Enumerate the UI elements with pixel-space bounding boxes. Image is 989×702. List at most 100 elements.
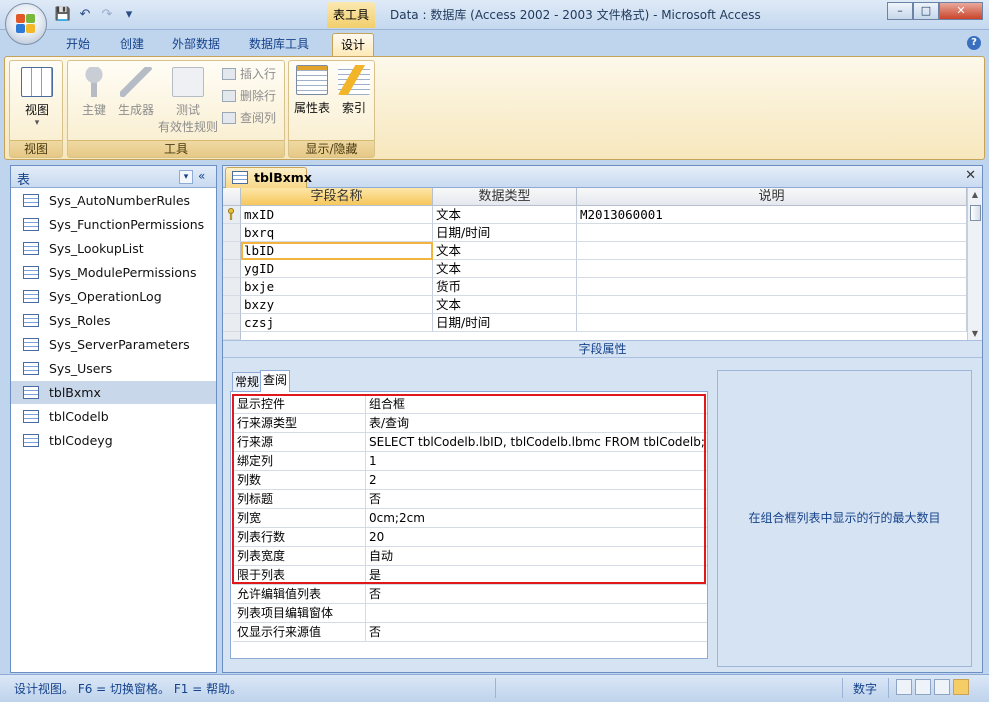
description-cell[interactable] bbox=[577, 224, 967, 242]
property-row[interactable]: 列标题否 bbox=[233, 490, 707, 509]
description-cell[interactable]: M2013060001 bbox=[577, 206, 967, 224]
nav-item-sys-serverparameters[interactable]: Sys_ServerParameters bbox=[11, 333, 216, 356]
office-button[interactable] bbox=[5, 3, 47, 45]
scroll-up-icon[interactable]: ▲ bbox=[970, 190, 980, 199]
redo-icon[interactable]: ↷ bbox=[98, 7, 116, 23]
builder-button[interactable]: 生成器 bbox=[114, 67, 158, 118]
indexes-button[interactable]: 索引 bbox=[335, 65, 373, 116]
property-value[interactable]: 1 bbox=[369, 452, 705, 470]
property-value[interactable]: 2 bbox=[369, 471, 705, 489]
pivottable-view-icon[interactable] bbox=[915, 679, 931, 695]
data-type-cell[interactable]: 日期/时间 bbox=[433, 224, 577, 242]
tab-general[interactable]: 常规 bbox=[232, 372, 263, 392]
property-value[interactable] bbox=[369, 604, 705, 622]
field-name-cell[interactable]: ygID bbox=[241, 260, 433, 278]
nav-pane-title[interactable]: 表 bbox=[17, 169, 30, 188]
property-row[interactable]: 限于列表是 bbox=[233, 566, 707, 585]
field-name-cell[interactable]: bxrq bbox=[241, 224, 433, 242]
select-all-corner[interactable] bbox=[223, 188, 241, 206]
nav-pane-collapse-icon[interactable]: « bbox=[198, 169, 205, 183]
nav-item-sys-lookuplist[interactable]: Sys_LookupList bbox=[11, 237, 216, 260]
save-icon[interactable]: 💾 bbox=[54, 7, 72, 23]
description-cell[interactable] bbox=[577, 260, 967, 278]
tab-external-data[interactable]: 外部数据 bbox=[164, 33, 228, 57]
insert-row-button[interactable]: 插入行 bbox=[222, 65, 276, 83]
data-type-cell[interactable]: 文本 bbox=[433, 260, 577, 278]
field-name-cell[interactable]: bxje bbox=[241, 278, 433, 296]
close-button[interactable]: ✕ bbox=[939, 2, 983, 20]
document-close-icon[interactable]: ✕ bbox=[965, 168, 976, 183]
undo-icon[interactable]: ↶ bbox=[76, 7, 94, 23]
row-selector[interactable] bbox=[223, 314, 241, 332]
property-value[interactable]: SELECT tblCodelb.lbID, tblCodelb.lbmc FR… bbox=[369, 433, 705, 451]
pivotchart-view-icon[interactable] bbox=[934, 679, 950, 695]
nav-item-sys-autonumberrules[interactable]: Sys_AutoNumberRules bbox=[11, 189, 216, 212]
view-button[interactable]: 视图 ▾ bbox=[14, 67, 60, 128]
property-row[interactable]: 仅显示行来源值否 bbox=[233, 623, 707, 642]
property-value[interactable]: 组合框 bbox=[369, 395, 705, 413]
row-selector[interactable] bbox=[223, 278, 241, 296]
nav-item-tblbxmx[interactable]: tblBxmx bbox=[11, 381, 216, 404]
scroll-down-icon[interactable]: ▼ bbox=[970, 329, 980, 338]
help-icon[interactable]: ? bbox=[967, 36, 981, 50]
lookup-column-button[interactable]: 查阅列 bbox=[222, 109, 276, 127]
field-grid-scrollbar[interactable]: ▲ ▼ bbox=[967, 188, 982, 340]
document-tab-tblbxmx[interactable]: tblBxmx bbox=[225, 167, 312, 188]
data-type-cell[interactable]: 文本 bbox=[433, 206, 577, 224]
field-name-cell[interactable]: bxzy bbox=[241, 296, 433, 314]
nav-item-sys-roles[interactable]: Sys_Roles bbox=[11, 309, 216, 332]
description-cell[interactable] bbox=[577, 242, 967, 260]
datasheet-view-icon[interactable] bbox=[896, 679, 912, 695]
property-row[interactable]: 列表项目编辑窗体 bbox=[233, 604, 707, 623]
row-selector[interactable] bbox=[223, 242, 241, 260]
property-value[interactable]: 0cm;2cm bbox=[369, 509, 705, 527]
nav-item-sys-users[interactable]: Sys_Users bbox=[11, 357, 216, 380]
tab-database-tools[interactable]: 数据库工具 bbox=[241, 33, 317, 57]
tab-create[interactable]: 创建 bbox=[112, 33, 152, 57]
property-value[interactable]: 否 bbox=[369, 623, 705, 641]
row-selector[interactable] bbox=[223, 224, 241, 242]
data-type-cell[interactable]: 日期/时间 bbox=[433, 314, 577, 332]
property-row[interactable]: 行来源类型 表/查询 bbox=[233, 414, 707, 433]
primary-key-button[interactable]: 主键 bbox=[74, 67, 114, 118]
property-value[interactable]: 表/查询 bbox=[369, 414, 705, 432]
property-row[interactable]: 列表宽度 自动 bbox=[233, 547, 707, 566]
property-value[interactable]: 自动 bbox=[369, 547, 705, 565]
design-view-icon[interactable] bbox=[953, 679, 969, 695]
row-selector[interactable] bbox=[223, 332, 241, 340]
row-selector[interactable] bbox=[223, 296, 241, 314]
tab-home[interactable]: 开始 bbox=[58, 33, 98, 57]
property-value[interactable]: 否 bbox=[369, 585, 705, 603]
field-name-cell[interactable]: czsj bbox=[241, 314, 433, 332]
property-row[interactable]: 绑定列 1 bbox=[233, 452, 707, 471]
data-type-cell[interactable]: 文本 bbox=[433, 242, 577, 260]
property-row[interactable]: 行来源 SELECT tblCodelb.lbID, tblCodelb.lbmc… bbox=[233, 433, 707, 452]
scroll-thumb[interactable] bbox=[970, 205, 981, 221]
nav-item-tblcodelb[interactable]: tblCodelb bbox=[11, 405, 216, 428]
nav-item-tblcodeyg[interactable]: tblCodeyg bbox=[11, 429, 216, 452]
description-cell[interactable] bbox=[577, 296, 967, 314]
property-value[interactable]: 否 bbox=[369, 490, 705, 508]
maximize-button[interactable]: □ bbox=[913, 2, 939, 20]
nav-pane-dropdown-icon[interactable]: ▾ bbox=[179, 170, 193, 184]
nav-item-sys-functionpermissions[interactable]: Sys_FunctionPermissions bbox=[11, 213, 216, 236]
nav-item-sys-operationlog[interactable]: Sys_OperationLog bbox=[11, 285, 216, 308]
property-value[interactable]: 是 bbox=[369, 566, 705, 584]
property-row[interactable]: 列数 2 bbox=[233, 471, 707, 490]
row-selector[interactable] bbox=[223, 260, 241, 278]
property-row[interactable]: 显示控件 组合框 bbox=[233, 395, 707, 414]
tab-design[interactable]: 设计 bbox=[332, 33, 375, 57]
data-type-cell[interactable]: 货币 bbox=[433, 278, 577, 296]
field-name-cell-selected[interactable]: lbID bbox=[241, 242, 433, 260]
customize-qat-icon[interactable]: ▾ bbox=[120, 7, 138, 23]
test-validation-rules-button[interactable]: 测试 有效性规则 bbox=[156, 67, 220, 135]
property-row[interactable]: 列宽 0cm;2cm bbox=[233, 509, 707, 528]
property-row[interactable]: 列表行数 20 bbox=[233, 528, 707, 547]
minimize-button[interactable]: – bbox=[887, 2, 913, 20]
property-row[interactable]: 允许编辑值列表否 bbox=[233, 585, 707, 604]
property-sheet-button[interactable]: 属性表 bbox=[291, 65, 333, 116]
data-type-cell[interactable]: 文本 bbox=[433, 296, 577, 314]
description-cell[interactable] bbox=[577, 278, 967, 296]
tab-lookup[interactable]: 查阅 bbox=[260, 370, 291, 392]
delete-row-button[interactable]: 删除行 bbox=[222, 87, 276, 105]
